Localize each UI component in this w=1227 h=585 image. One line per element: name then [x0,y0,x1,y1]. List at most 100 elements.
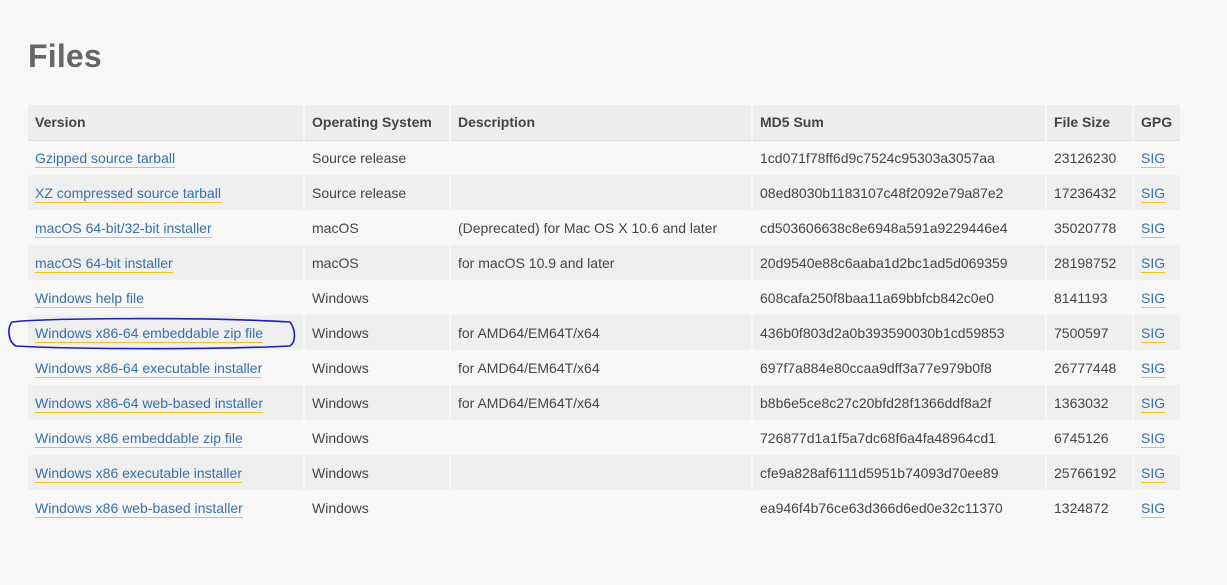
description-cell: (Deprecated) for Mac OS X 10.6 and later [449,210,752,245]
sig-link[interactable]: SIG [1141,394,1166,413]
gpg-cell: SIG [1132,350,1180,385]
table-header-row: Version Operating System Description MD5… [28,105,1180,141]
gpg-cell: SIG [1132,175,1180,210]
os-cell: Windows [303,280,450,315]
gpg-cell: SIG [1132,420,1180,455]
download-link[interactable]: Windows x86-64 executable installer [35,359,263,378]
sig-link[interactable]: SIG [1141,429,1166,448]
md5-cell: ea946f4b76ce63d366d6ed0e32c11370 [751,490,1046,525]
table-row: Windows x86 web-based installer Windows … [28,490,1180,525]
sig-link[interactable]: SIG [1141,464,1166,483]
page-title: Files [28,38,102,74]
md5-cell: 726877d1a1f5a7dc68f6a4fa48964cd1 [751,420,1046,455]
download-link[interactable]: Windows x86 executable installer [35,464,242,483]
size-cell: 23126230 [1045,140,1133,175]
md5-cell: cfe9a828af6111d5951b74093d70ee89 [751,455,1046,490]
table-row: Windows x86-64 executable installer Wind… [28,350,1180,385]
md5-cell: 436b0f803d2a0b393590030b1cd59853 [751,315,1046,350]
os-cell: Source release [303,175,450,210]
table-row: macOS 64-bit installer macOS for macOS 1… [28,245,1180,280]
os-cell: macOS [303,245,450,280]
version-cell: Windows x86-64 embeddable zip file [28,315,304,350]
header-os: Operating System [303,105,450,141]
os-cell: macOS [303,210,450,245]
version-cell: Windows x86-64 web-based installer [28,385,304,420]
version-cell: Windows x86-64 executable installer [28,350,304,385]
table-row: Gzipped source tarball Source release 1c… [28,140,1180,175]
description-cell [449,280,752,315]
size-cell: 17236432 [1045,175,1133,210]
gpg-cell: SIG [1132,280,1180,315]
gpg-cell: SIG [1132,210,1180,245]
size-cell: 28198752 [1045,245,1133,280]
sig-link[interactable]: SIG [1141,219,1166,238]
description-cell: for AMD64/EM64T/x64 [449,315,752,350]
sig-link[interactable]: SIG [1141,499,1166,518]
table-body: Gzipped source tarball Source release 1c… [28,140,1180,525]
os-cell: Source release [303,140,450,175]
gpg-cell: SIG [1132,490,1180,525]
description-cell [449,175,752,210]
table-row: macOS 64-bit/32-bit installer macOS (Dep… [28,210,1180,245]
files-table: Version Operating System Description MD5… [28,105,1180,525]
size-cell: 8141193 [1045,280,1133,315]
version-cell: Windows help file [28,280,304,315]
version-cell: Windows x86 embeddable zip file [28,420,304,455]
description-cell [449,490,752,525]
download-link[interactable]: Windows x86-64 web-based installer [35,394,263,413]
version-cell: Windows x86 web-based installer [28,490,304,525]
sig-link[interactable]: SIG [1141,254,1166,273]
md5-cell: 697f7a884e80ccaa9dff3a77e979b0f8 [751,350,1046,385]
os-cell: Windows [303,490,450,525]
download-link[interactable]: Windows help file [35,289,144,308]
files-section: Files Version Operating System Descripti… [0,0,1227,585]
sig-link[interactable]: SIG [1141,149,1166,168]
header-file-size: File Size [1045,105,1133,141]
sig-link[interactable]: SIG [1141,184,1166,203]
version-cell: Windows x86 executable installer [28,455,304,490]
description-cell: for AMD64/EM64T/x64 [449,350,752,385]
size-cell: 26777448 [1045,350,1133,385]
gpg-cell: SIG [1132,315,1180,350]
size-cell: 1324872 [1045,490,1133,525]
size-cell: 6745126 [1045,420,1133,455]
sig-link[interactable]: SIG [1141,324,1166,343]
download-link[interactable]: Windows x86-64 embeddable zip file [35,324,264,343]
md5-cell: cd503606638c8e6948a591a9229446e4 [751,210,1046,245]
download-link[interactable]: Gzipped source tarball [35,149,176,168]
download-link[interactable]: Windows x86 embeddable zip file [35,429,243,448]
os-cell: Windows [303,420,450,455]
table-row: Windows help file Windows 608cafa250f8ba… [28,280,1180,315]
header-md5: MD5 Sum [751,105,1046,141]
description-cell [449,420,752,455]
description-cell [449,455,752,490]
gpg-cell: SIG [1132,140,1180,175]
sig-link[interactable]: SIG [1141,289,1166,308]
download-link[interactable]: XZ compressed source tarball [35,184,221,203]
description-cell: for macOS 10.9 and later [449,245,752,280]
os-cell: Windows [303,455,450,490]
md5-cell: b8b6e5ce8c27c20bfd28f1366ddf8a2f [751,385,1046,420]
table-row: Windows x86 executable installer Windows… [28,455,1180,490]
os-cell: Windows [303,315,450,350]
os-cell: Windows [303,350,450,385]
md5-cell: 20d9540e88c6aaba1d2bc1ad5d069359 [751,245,1046,280]
gpg-cell: SIG [1132,455,1180,490]
os-cell: Windows [303,385,450,420]
table-row: Windows x86-64 web-based installer Windo… [28,385,1180,420]
download-link[interactable]: macOS 64-bit installer [35,254,173,273]
size-cell: 25766192 [1045,455,1133,490]
table-row: XZ compressed source tarball Source rele… [28,175,1180,210]
size-cell: 1363032 [1045,385,1133,420]
table-row: Windows x86-64 embeddable zip file Windo… [28,315,1180,350]
download-link[interactable]: Windows x86 web-based installer [35,499,243,518]
gpg-cell: SIG [1132,385,1180,420]
size-cell: 7500597 [1045,315,1133,350]
version-cell: XZ compressed source tarball [28,175,304,210]
table-row: Windows x86 embeddable zip file Windows … [28,420,1180,455]
sig-link[interactable]: SIG [1141,359,1166,378]
gpg-cell: SIG [1132,245,1180,280]
description-cell: for AMD64/EM64T/x64 [449,385,752,420]
description-cell [449,140,752,175]
download-link[interactable]: macOS 64-bit/32-bit installer [35,219,212,238]
